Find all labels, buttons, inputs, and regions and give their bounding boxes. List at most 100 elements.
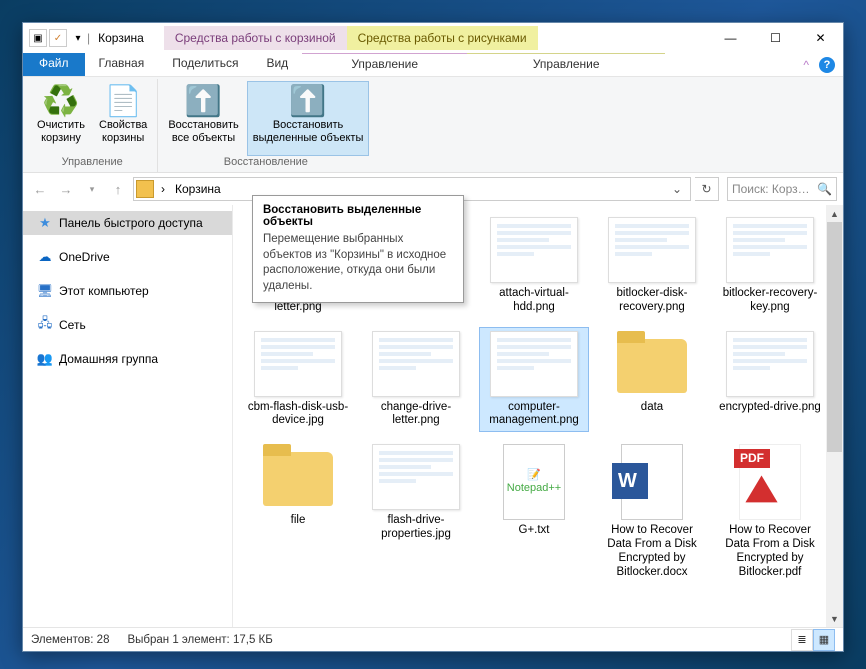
view-switcher: ≣ ▦: [791, 629, 835, 651]
vertical-scrollbar[interactable]: ▲ ▼: [826, 205, 843, 627]
nav-back-button[interactable]: ←: [29, 178, 51, 200]
properties-icon: 📄: [104, 85, 141, 119]
list-item[interactable]: flash-drive-properties.jpg: [361, 440, 471, 583]
list-item[interactable]: cbm-flash-disk-usb-device.jpg: [243, 327, 353, 433]
item-label: How to Recover Data From a Disk Encrypte…: [601, 524, 703, 579]
image-thumbnail: [726, 331, 814, 397]
search-input[interactable]: Поиск: Корз… 🔍: [727, 177, 837, 201]
status-selection: Выбран 1 элемент: 17,5 КБ: [127, 634, 272, 646]
image-thumbnail: [490, 217, 578, 283]
list-item[interactable]: bitlocker-disk-recovery.png: [597, 213, 707, 319]
restore-selected-button[interactable]: ⬆️ Восстановить выделенные объекты: [247, 81, 370, 156]
image-thumbnail: [372, 444, 460, 510]
item-label: bitlocker-recovery-key.png: [719, 287, 821, 315]
word-doc-icon: [621, 444, 683, 520]
group-label-restore: Восстановление: [162, 156, 369, 170]
minimize-button[interactable]: —: [708, 23, 753, 53]
tab-share[interactable]: Поделиться: [158, 53, 252, 76]
qat-overflow[interactable]: ▾: [69, 29, 87, 47]
restore-all-button[interactable]: ⬆️ Восстановить все объекты: [162, 81, 244, 156]
folder-icon: [254, 444, 342, 510]
view-icons-button[interactable]: ▦: [813, 629, 835, 651]
sidebar-item-onedrive[interactable]: ☁ OneDrive: [23, 245, 232, 269]
item-label: flash-drive-properties.jpg: [365, 514, 467, 542]
list-item[interactable]: data: [597, 327, 707, 433]
item-label: How to Recover Data From a Disk Encrypte…: [719, 524, 821, 579]
item-label: bitlocker-disk-recovery.png: [601, 287, 703, 315]
tab-manage-pic[interactable]: Управление: [467, 53, 665, 76]
ribbon-group-restore: ⬆️ Восстановить все объекты ⬆️ Восстанов…: [158, 79, 373, 172]
context-tab-pictures[interactable]: Средства работы с рисунками: [347, 26, 538, 50]
context-tab-bin[interactable]: Средства работы с корзиной: [164, 26, 347, 50]
ribbon-tabs: Файл Главная Поделиться Вид Управление У…: [23, 53, 843, 77]
list-item[interactable]: change-drive-letter.png: [361, 327, 471, 433]
homegroup-icon: 👥: [37, 351, 53, 367]
refresh-button[interactable]: ↻: [695, 177, 719, 201]
list-item[interactable]: computer-management.png: [479, 327, 589, 433]
item-label: change-drive-letter.png: [365, 401, 467, 429]
context-tab-headers: Средства работы с корзиной Средства рабо…: [164, 26, 538, 50]
network-icon: 🖧: [37, 317, 53, 333]
ribbon-collapse-icon[interactable]: ^: [803, 58, 809, 72]
nav-up-button[interactable]: ↑: [107, 178, 129, 200]
scroll-down-icon[interactable]: ▼: [826, 610, 843, 627]
onedrive-icon: ☁: [37, 249, 53, 265]
quick-access-toolbar: ▣ ✓ ▾: [23, 29, 87, 47]
sidebar-item-network[interactable]: 🖧 Сеть: [23, 313, 232, 337]
pdf-doc-icon: [739, 444, 801, 520]
scroll-up-icon[interactable]: ▲: [826, 205, 843, 222]
image-thumbnail: [608, 217, 696, 283]
tab-view[interactable]: Вид: [252, 53, 302, 76]
tab-home[interactable]: Главная: [85, 53, 159, 76]
status-count: Элементов: 28: [31, 634, 109, 646]
breadcrumb[interactable]: Корзина: [172, 182, 224, 196]
tab-file[interactable]: Файл: [23, 53, 85, 76]
list-item[interactable]: How to Recover Data From a Disk Encrypte…: [715, 440, 825, 583]
list-item[interactable]: attach-virtual-hdd.png: [479, 213, 589, 319]
qat-icon-2[interactable]: ✓: [49, 29, 67, 47]
maximize-button[interactable]: ☐: [753, 23, 798, 53]
window-title: Корзина: [98, 31, 144, 45]
empty-bin-button[interactable]: ♻️ Очистить корзину: [31, 81, 91, 156]
item-label: encrypted-drive.png: [719, 401, 821, 415]
address-dropdown-icon[interactable]: ⌄: [666, 182, 688, 196]
status-bar: Элементов: 28 Выбран 1 элемент: 17,5 КБ …: [23, 627, 843, 651]
star-icon: ★: [37, 215, 53, 231]
breadcrumb-sep: ›: [158, 182, 168, 196]
ribbon: ♻️ Очистить корзину 📄 Свойства корзины У…: [23, 77, 843, 173]
tab-manage-bin[interactable]: Управление: [302, 53, 467, 76]
scrollbar-thumb[interactable]: [827, 222, 842, 452]
view-details-button[interactable]: ≣: [791, 629, 813, 651]
tooltip: Восстановить выделенные объекты Перемеще…: [252, 195, 464, 303]
item-label: data: [641, 401, 663, 415]
bin-properties-button[interactable]: 📄 Свойства корзины: [93, 81, 153, 156]
item-label: file: [291, 514, 306, 528]
list-item[interactable]: bitlocker-recovery-key.png: [715, 213, 825, 319]
location-icon: [136, 180, 154, 198]
txt-doc-icon: 📝Notepad++: [503, 444, 565, 520]
image-thumbnail: [254, 331, 342, 397]
sidebar-item-homegroup[interactable]: 👥 Домашняя группа: [23, 347, 232, 371]
explorer-window: ▣ ✓ ▾ | Корзина Средства работы с корзин…: [22, 22, 844, 652]
window-controls: — ☐ ✕: [708, 23, 843, 53]
item-label: cbm-flash-disk-usb-device.jpg: [247, 401, 349, 429]
list-item[interactable]: How to Recover Data From a Disk Encrypte…: [597, 440, 707, 583]
list-item[interactable]: file: [243, 440, 353, 583]
close-button[interactable]: ✕: [798, 23, 843, 53]
sidebar-item-thispc[interactable]: 🖥 Этот компьютер: [23, 279, 232, 303]
ribbon-group-manage: ♻️ Очистить корзину 📄 Свойства корзины У…: [27, 79, 158, 172]
help-icon[interactable]: ?: [819, 57, 835, 73]
tooltip-body: Перемещение выбранных объектов из "Корзи…: [263, 232, 453, 294]
item-label: attach-virtual-hdd.png: [483, 287, 585, 315]
group-label-manage: Управление: [31, 156, 153, 170]
tooltip-title: Восстановить выделенные объекты: [263, 204, 453, 228]
nav-history-dropdown[interactable]: ▾: [81, 178, 103, 200]
restore-all-icon: ⬆️: [185, 85, 222, 119]
qat-icon-1[interactable]: ▣: [29, 29, 47, 47]
image-thumbnail: [372, 331, 460, 397]
sidebar-item-quickaccess[interactable]: ★ Панель быстрого доступа: [23, 211, 232, 235]
nav-forward-button[interactable]: →: [55, 178, 77, 200]
list-item[interactable]: encrypted-drive.png: [715, 327, 825, 433]
image-thumbnail: [490, 331, 578, 397]
list-item[interactable]: 📝Notepad++G+.txt: [479, 440, 589, 583]
